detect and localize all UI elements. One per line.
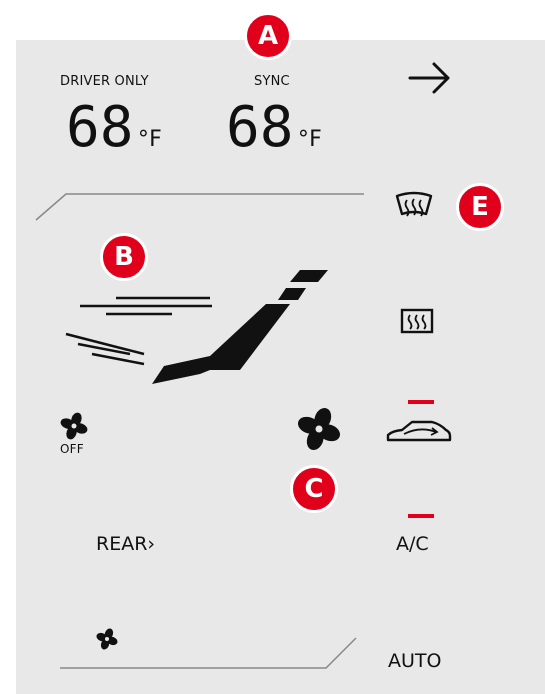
callout-e: E [456,183,504,231]
callout-b: B [100,233,148,281]
recirculation-indicator [408,400,434,404]
driver-temp-value: 68 [66,95,134,160]
fan-speed-icon[interactable] [296,406,342,452]
driver-only-label[interactable]: DRIVER ONLY [60,74,149,89]
ac-indicator [408,514,434,518]
rear-defrost-icon[interactable] [400,307,434,335]
rear-button[interactable]: REAR› [96,533,155,555]
fan-off-label: OFF [60,442,84,456]
driver-temp-unit: °F [137,127,162,152]
ac-button[interactable]: A/C [396,533,429,555]
windshield-defrost-icon[interactable] [394,191,434,222]
sync-temp-unit: °F [297,127,322,152]
sync-label[interactable]: SYNC [254,74,290,89]
callout-c: C [290,465,338,513]
auto-button[interactable]: AUTO [388,650,441,672]
sync-temperature[interactable]: 68 °F [226,100,322,156]
fan-off-icon[interactable] [60,412,88,440]
bottom-divider [60,637,357,669]
sync-temp-value: 68 [226,95,294,160]
next-arrow-icon[interactable] [408,60,454,96]
rear-chevron-icon: › [147,533,156,555]
driver-temperature[interactable]: 68 °F [66,100,162,156]
top-divider [35,193,364,221]
airflow-diagram[interactable] [60,262,332,386]
recirculation-icon[interactable] [384,418,454,450]
callout-a: A [244,12,292,60]
rear-label: REAR [96,533,148,555]
